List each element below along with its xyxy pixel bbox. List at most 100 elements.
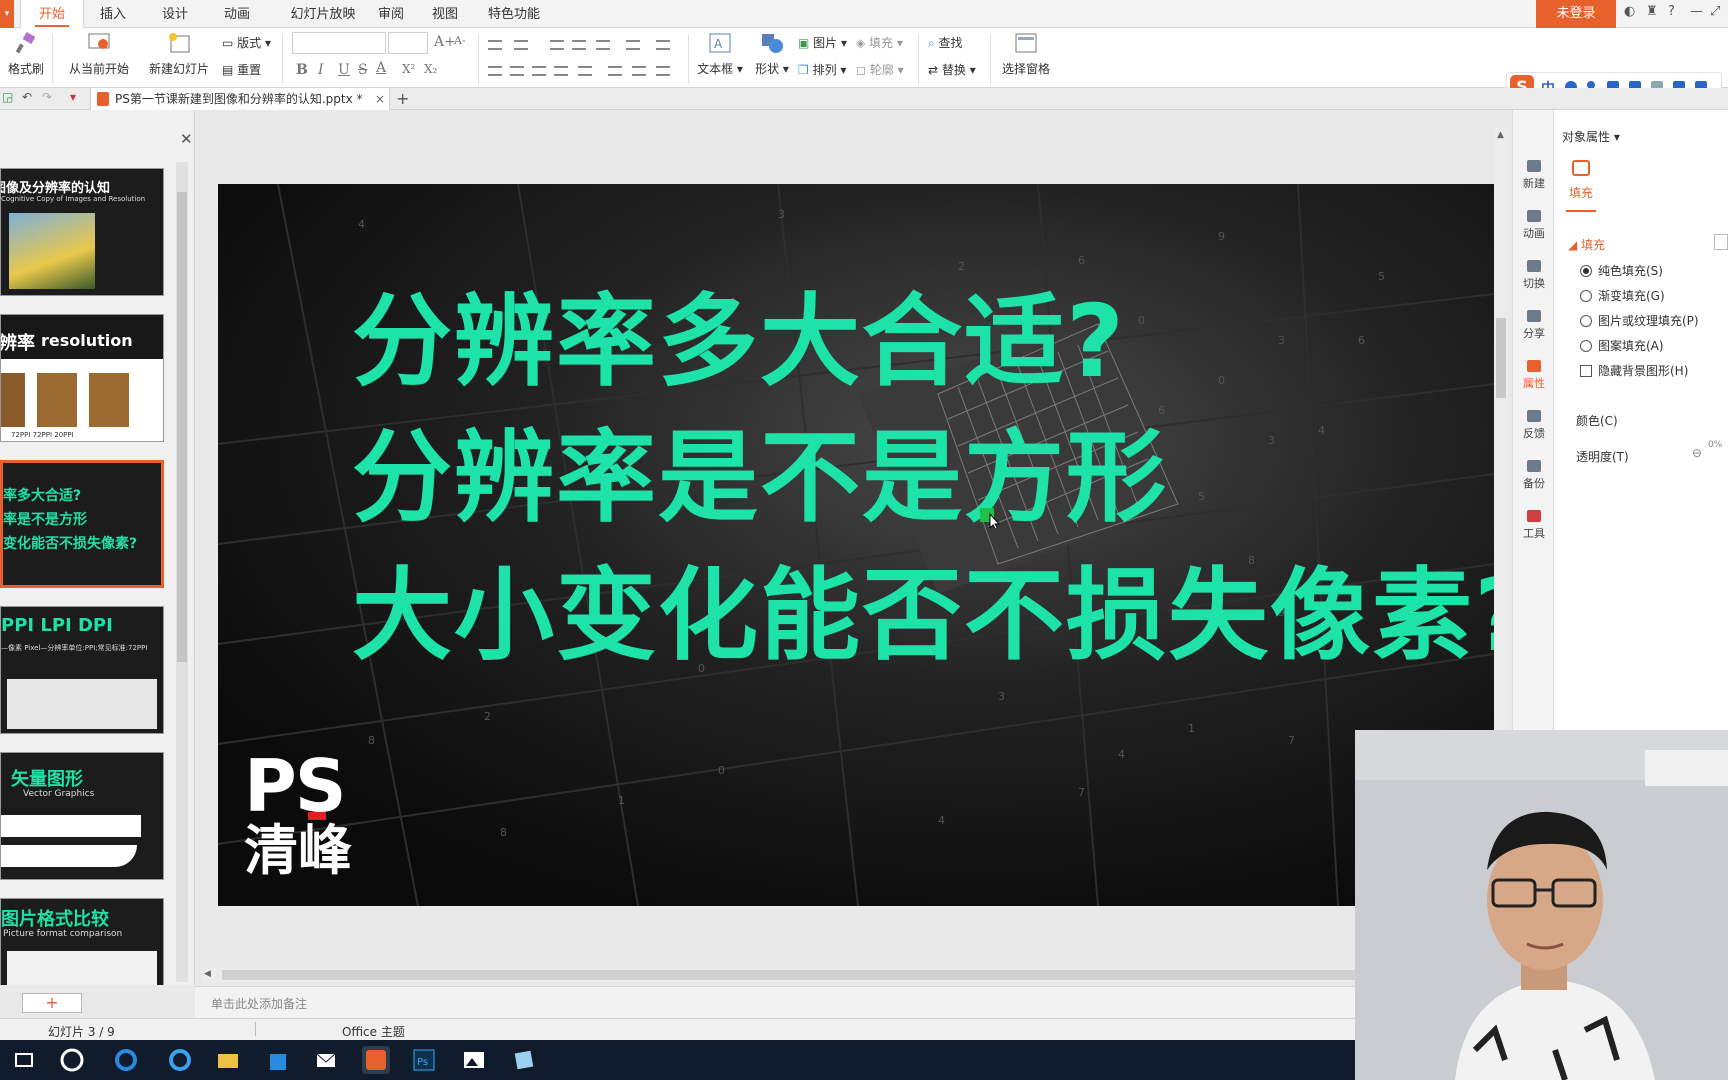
side-tools[interactable]: 工具 bbox=[1513, 510, 1555, 541]
redo-icon[interactable]: ↷ bbox=[42, 90, 52, 104]
numbering-icon[interactable] bbox=[514, 40, 528, 50]
find-button[interactable]: ⌕ 查找 bbox=[928, 34, 963, 51]
subscript-button[interactable]: X₂ bbox=[424, 62, 437, 76]
slide-thumbnail-3[interactable]: 率多大合适? 率是不是方形 变化能否不损失像素? bbox=[0, 460, 164, 588]
shirt-icon[interactable]: ♜ bbox=[1646, 4, 1658, 19]
properties-title-dropdown[interactable]: 对象属性 ▾ bbox=[1562, 128, 1620, 145]
preview-icon[interactable]: ◲ bbox=[2, 90, 13, 104]
format-painter-button[interactable]: 格式刷 bbox=[6, 32, 46, 77]
pattern-fill-radio[interactable]: 图案填充(A) bbox=[1580, 337, 1664, 354]
bullets-icon[interactable] bbox=[488, 40, 502, 50]
solid-fill-radio[interactable]: 纯色填充(S) bbox=[1580, 262, 1663, 279]
italic-button[interactable]: I bbox=[318, 62, 324, 78]
notes-app-icon[interactable] bbox=[510, 1046, 538, 1074]
font-name-combo[interactable] bbox=[292, 32, 386, 54]
align-center-icon[interactable] bbox=[510, 66, 524, 76]
tab-home[interactable]: 开始 bbox=[20, 0, 84, 29]
close-tab-icon[interactable]: × bbox=[375, 88, 385, 110]
store-icon[interactable] bbox=[264, 1046, 292, 1074]
line-spacing-icon[interactable] bbox=[596, 40, 610, 50]
side-transition[interactable]: 切换 bbox=[1513, 260, 1555, 291]
increase-indent-icon[interactable] bbox=[572, 40, 586, 50]
tab-view[interactable]: 视图 bbox=[422, 0, 468, 28]
thumbnail-scrollbar[interactable] bbox=[176, 162, 188, 982]
scroll-up-icon[interactable]: ▲ bbox=[1497, 130, 1504, 140]
app-menu-button[interactable]: ▾ bbox=[0, 0, 14, 28]
layout-button[interactable]: ▭ 版式 ▾ bbox=[222, 34, 271, 51]
scroll-handle[interactable] bbox=[1496, 318, 1506, 398]
font-size-combo[interactable] bbox=[388, 32, 428, 54]
minus-icon[interactable]: ⊖ bbox=[1692, 446, 1702, 460]
close-pane-icon[interactable]: ✕ bbox=[180, 130, 193, 148]
line-spacing-2-icon[interactable] bbox=[656, 66, 670, 76]
bold-button[interactable]: B bbox=[296, 62, 308, 78]
login-button[interactable]: 未登录 bbox=[1536, 0, 1616, 28]
strike-button[interactable]: S bbox=[358, 62, 368, 78]
section-toggle[interactable] bbox=[1714, 234, 1728, 250]
scroll-left-icon[interactable]: ◀ bbox=[204, 969, 211, 979]
outline-button[interactable]: ◻ 轮廓 ▾ bbox=[856, 61, 904, 78]
side-share[interactable]: 分享 bbox=[1513, 310, 1555, 341]
slide-canvas[interactable]: 4326 9350 3065 4160 2801 8753 4617 4894 … bbox=[218, 184, 1494, 906]
hide-background-checkbox[interactable]: 隐藏背景图形(H) bbox=[1580, 362, 1688, 379]
minimize-icon[interactable]: — bbox=[1690, 4, 1703, 19]
notes-placeholder[interactable]: 单击此处添加备注 bbox=[211, 995, 307, 1012]
gradient-fill-radio[interactable]: 渐变填充(G) bbox=[1580, 287, 1665, 304]
underline-button[interactable]: U bbox=[338, 62, 350, 78]
slide-thumbnail-5[interactable]: 矢量图形 Vector Graphics bbox=[0, 752, 164, 880]
text-direction-icon[interactable] bbox=[656, 40, 670, 50]
wps-presentation-icon[interactable] bbox=[362, 1046, 390, 1074]
justify-icon[interactable] bbox=[554, 66, 568, 76]
help-icon[interactable]: ? bbox=[1668, 4, 1675, 19]
task-view-icon[interactable] bbox=[10, 1046, 38, 1074]
decrease-indent-icon[interactable] bbox=[550, 40, 564, 50]
photos-icon[interactable] bbox=[460, 1046, 488, 1074]
document-tab[interactable]: PS第一节课新建到图像和分辨率的认知.pptx * × bbox=[90, 88, 390, 110]
notes-pane[interactable]: 单击此处添加备注 bbox=[195, 986, 1355, 1018]
tab-review[interactable]: 审阅 bbox=[368, 0, 414, 28]
restore-icon[interactable]: ⤢ bbox=[1710, 4, 1720, 19]
transparency-value[interactable]: 0% bbox=[1708, 440, 1722, 450]
slide-thumbnail-6[interactable]: 图片格式比较 Picture format comparison bbox=[0, 898, 164, 985]
scroll-handle[interactable] bbox=[222, 970, 1422, 980]
replace-button[interactable]: ⇄ 替换 ▾ bbox=[928, 61, 976, 78]
selection-pane-button[interactable]: 选择窗格 bbox=[998, 32, 1054, 77]
side-animation[interactable]: 动画 bbox=[1513, 210, 1555, 241]
tab-insert[interactable]: 插入 bbox=[90, 0, 136, 28]
superscript-button[interactable]: X² bbox=[402, 62, 415, 76]
slide-title-line-1[interactable]: 分辨率多大合适? bbox=[352, 292, 1126, 392]
picture-button[interactable]: ▣ 图片 ▾ bbox=[798, 34, 847, 51]
picture-fill-radio[interactable]: 图片或纹理填充(P) bbox=[1580, 312, 1699, 329]
skin-icon[interactable]: ◐ bbox=[1624, 4, 1635, 19]
columns-icon[interactable] bbox=[626, 40, 640, 50]
side-feedback[interactable]: 反馈 bbox=[1513, 410, 1555, 441]
side-properties[interactable]: 属性 bbox=[1513, 360, 1555, 391]
arrange-button[interactable]: ❐ 排列 ▾ bbox=[798, 61, 846, 78]
file-explorer-icon[interactable] bbox=[214, 1046, 242, 1074]
photoshop-icon[interactable]: Ps bbox=[410, 1046, 438, 1074]
shrink-font-button[interactable]: A- bbox=[454, 34, 466, 47]
new-tab-button[interactable]: + bbox=[396, 88, 409, 110]
new-slide-button[interactable]: 新建幻灯片 bbox=[144, 32, 214, 77]
fill-button[interactable]: ◈ 填充 ▾ bbox=[856, 34, 903, 51]
slide-title-line-2[interactable]: 分辨率是不是方形 bbox=[352, 428, 1168, 528]
side-backup[interactable]: 备份 bbox=[1513, 460, 1555, 491]
scroll-handle[interactable] bbox=[177, 192, 187, 662]
edge-browser-icon[interactable] bbox=[166, 1046, 194, 1074]
tab-special[interactable]: 特色功能 bbox=[482, 0, 546, 28]
paragraph-spacing-icon[interactable] bbox=[608, 66, 622, 76]
reset-button[interactable]: ▤ 重置 bbox=[222, 61, 261, 78]
from-current-button[interactable]: 从当前开始 bbox=[62, 32, 136, 77]
textbox-button[interactable]: A 文本框 ▾ bbox=[694, 32, 746, 77]
fill-section-header[interactable]: ◢ 填充 bbox=[1568, 236, 1605, 253]
customize-icon[interactable]: ▾ bbox=[70, 90, 76, 104]
tab-animation[interactable]: 动画 bbox=[214, 0, 260, 28]
slide-thumbnail-2[interactable]: 辨率 resolution 72PPI 72PPI 20PPI bbox=[0, 314, 164, 442]
tab-slideshow[interactable]: 幻灯片放映 bbox=[278, 0, 368, 28]
grow-font-button[interactable]: A+ bbox=[434, 34, 456, 50]
tab-design[interactable]: 设计 bbox=[152, 0, 198, 28]
sogou-app-icon[interactable] bbox=[58, 1046, 86, 1074]
shape-button[interactable]: 形状 ▾ bbox=[752, 32, 792, 77]
distribute-icon[interactable] bbox=[578, 66, 592, 76]
slide-thumbnail-4[interactable]: PPI LPI DPI —像素 Pixel—分辨率单位:PPI;常见标准:72P… bbox=[0, 606, 164, 734]
